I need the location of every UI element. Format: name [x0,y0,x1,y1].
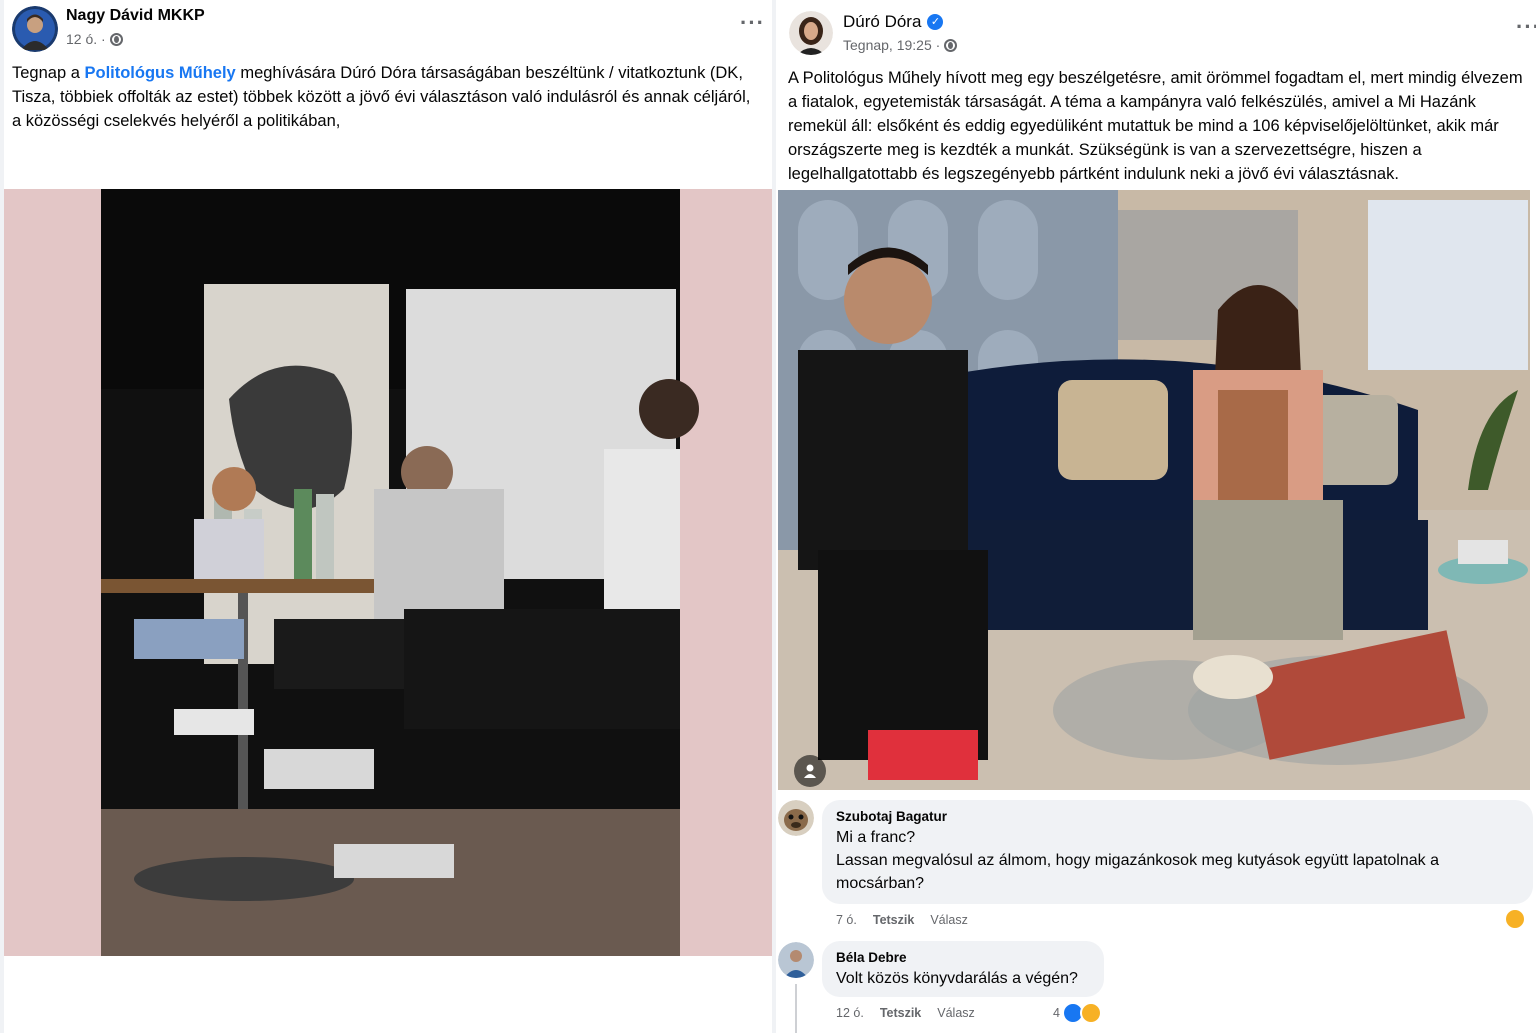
like-button[interactable]: Tetszik [880,1006,921,1020]
comment: Szubotaj Bagatur Mi a franc? Lassan megv… [776,798,1536,938]
author-avatar[interactable] [12,6,58,52]
more-options-icon[interactable]: ··· [740,10,765,36]
reply-button[interactable]: Válasz [930,913,968,927]
comment-actions: 7 ó. Tetszik Válasz [836,913,968,927]
post-meta: Tegnap, 19:25 · [843,37,958,53]
author-name-text: Dúró Dóra [843,12,922,31]
comment-text: Mi a franc? [836,829,916,846]
comment-time[interactable]: 7 ó. [836,913,857,927]
verified-icon: ✓ [927,13,944,30]
comment-bubble: Béla Debre Volt közös könyvdarálás a vég… [822,941,1104,997]
post-author-name[interactable]: Dúró Dóra ✓ [843,12,944,32]
laugh-reaction-icon[interactable] [1080,1002,1102,1024]
post-time[interactable]: Tegnap, 19:25 · [843,37,940,53]
left-post: Nagy Dávid MKKP 12 ó. · ··· Tegnap a Pol… [4,0,772,1033]
comment-bubble: Szubotaj Bagatur Mi a franc? Lassan megv… [822,800,1533,904]
more-options-icon[interactable]: ··· [1516,14,1536,40]
laugh-reaction-icon[interactable] [1504,908,1526,930]
post-text: A Politológus Műhely hívott meg egy besz… [788,69,1523,183]
post-text-part: Tegnap a [12,64,85,82]
post-meta: 12 ó. · [66,31,123,47]
commenter-name[interactable]: Béla Debre [836,949,1090,967]
comment: Béla Debre Volt közös könyvdarálás a vég… [776,940,1536,1033]
right-post-header: Dúró Dóra ✓ Tegnap, 19:25 · ··· [776,0,1536,60]
comment-text: Lassan megvalósul az álmom, hogy migazán… [836,852,1439,869]
tag-person-icon[interactable] [794,755,826,787]
author-avatar[interactable] [789,11,833,55]
commenter-avatar[interactable] [778,942,814,978]
comment-actions: 12 ó. Tetszik Válasz [836,1006,975,1020]
reply-button[interactable]: Válasz [937,1006,975,1020]
post-photo[interactable] [4,189,772,956]
post-text: Tegnap a Politológus Műhely meghívására … [12,61,764,133]
commenter-avatar[interactable] [778,800,814,836]
commenter-name[interactable]: Szubotaj Bagatur [836,808,1519,826]
right-post: Dúró Dóra ✓ Tegnap, 19:25 · ··· A Politol… [776,0,1536,1033]
post-author-name[interactable]: Nagy Dávid MKKP [66,7,205,25]
like-button[interactable]: Tetszik [873,913,914,927]
event-photo [101,189,699,956]
post-photo[interactable] [778,190,1530,790]
globe-icon [944,38,958,52]
post-time[interactable]: 12 ó. · [66,31,106,47]
comment-text: Volt közös könyvdarálás a végén? [836,970,1078,987]
globe-icon [109,32,123,46]
comment-text: mocsárban? [836,875,925,892]
comment-time[interactable]: 12 ó. [836,1006,864,1020]
meeting-photo [778,190,1530,790]
left-post-header: Nagy Dávid MKKP 12 ó. · ··· [4,0,772,60]
reaction-count[interactable]: 4 [1053,1006,1060,1020]
politologus-muhely-link[interactable]: Politológus Műhely [84,64,235,82]
